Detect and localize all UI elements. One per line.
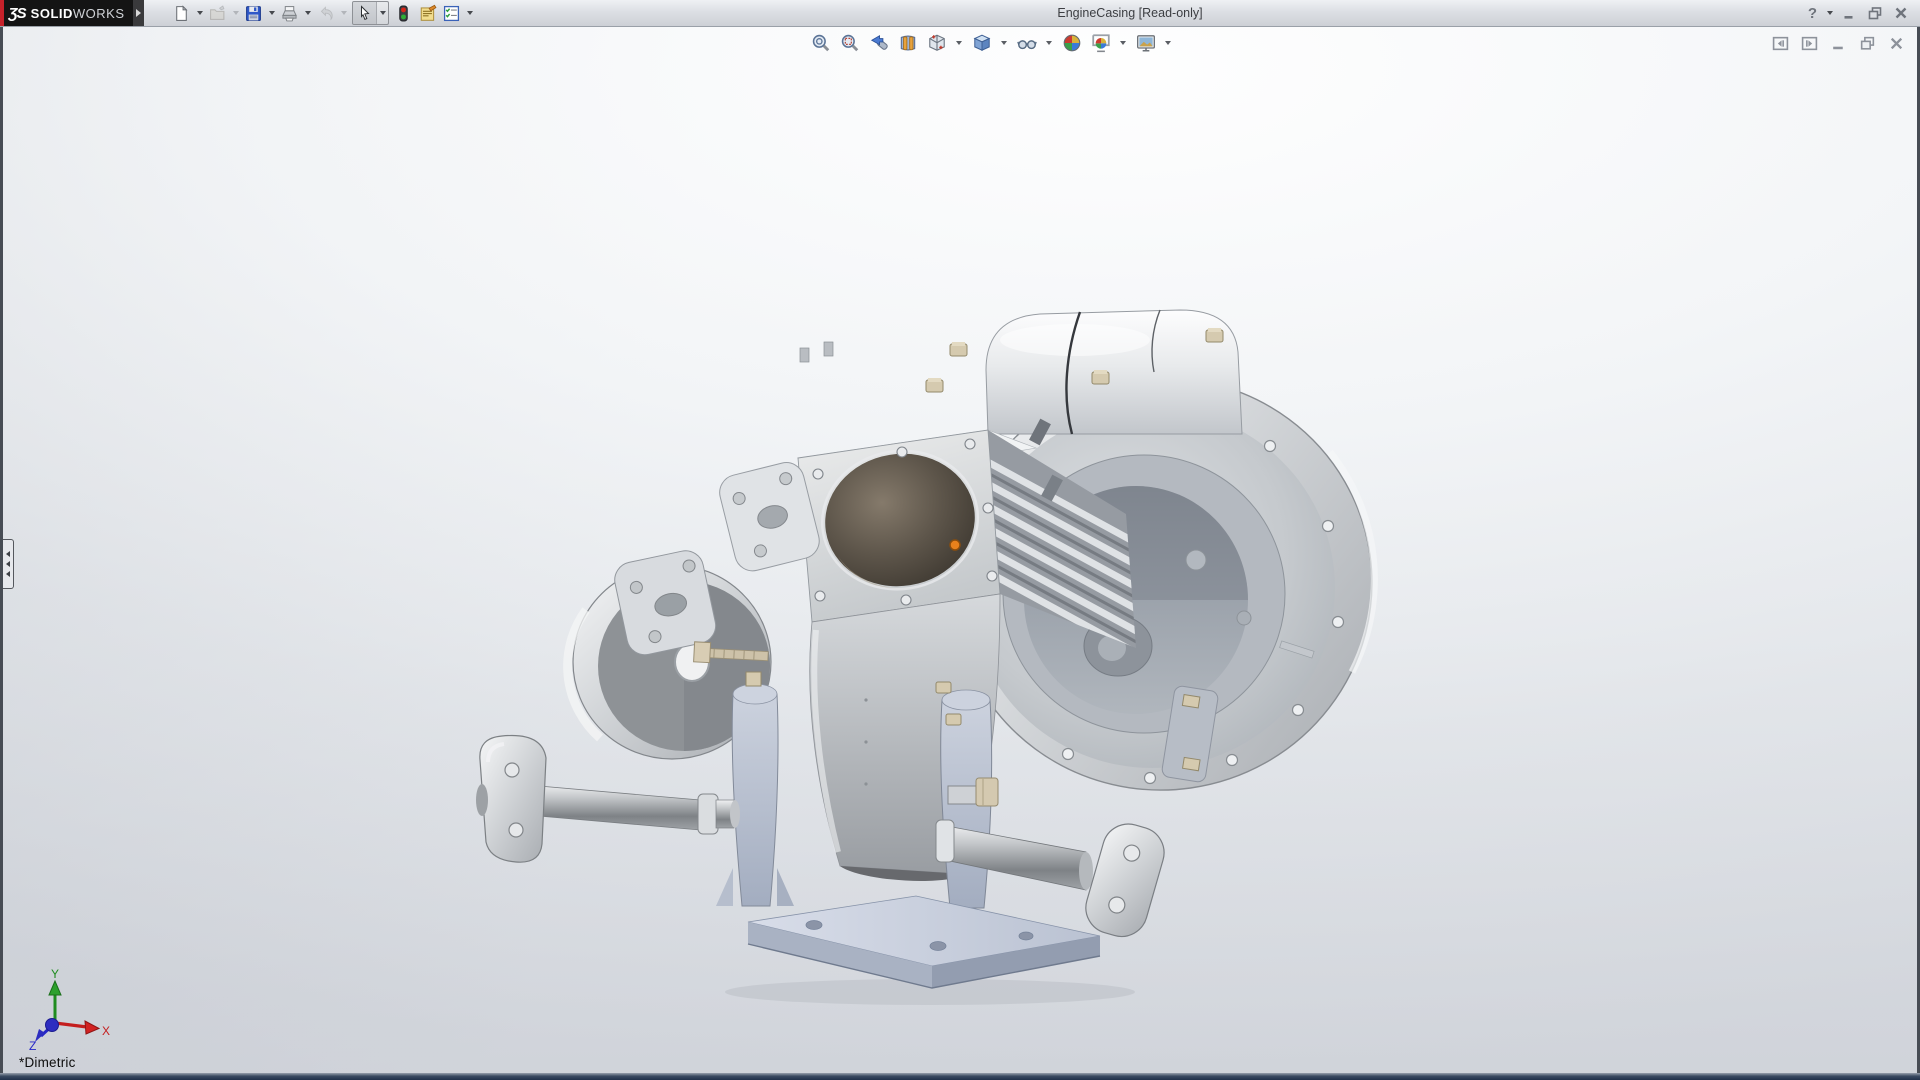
save-button[interactable] [242,2,265,24]
view-orientation-cube-icon [927,33,947,53]
logo-mark: ƷS [8,5,25,22]
print-button[interactable] [278,2,301,24]
select-cursor-icon [357,5,373,21]
select-dropdown[interactable] [376,2,388,24]
options-dropdown[interactable] [464,2,475,24]
triad-z-label: Z [29,1039,36,1051]
undo-button[interactable] [314,2,337,24]
zoom-to-fit-button[interactable] [809,31,832,54]
help-icon: ? [1808,5,1817,22]
doc-restore-icon [1859,36,1876,51]
new-document-button[interactable] [170,2,193,24]
window-bottom-frame [0,1073,1920,1080]
zoom-to-area-icon [840,33,860,53]
logo-solid: SOLID [31,6,73,21]
previous-view-icon [869,33,889,53]
open-folder-icon [209,5,226,22]
rebuild-traffic-light-icon [395,5,412,22]
new-document-icon [173,5,190,22]
selection-marker[interactable] [950,540,960,550]
apply-scene-button[interactable] [1089,31,1112,54]
engine-casing-model[interactable] [0,0,1920,1080]
help-button[interactable]: ? [1805,3,1820,23]
options-checklist-icon [443,5,460,22]
display-style-button[interactable] [970,31,993,54]
section-view-button[interactable] [896,31,919,54]
document-window-controls [1771,35,1905,51]
restore-icon [1867,6,1883,20]
doc-restore-button[interactable] [1858,35,1876,51]
right-arrow-icon [136,9,141,17]
save-floppy-icon [245,5,262,22]
zoom-to-fit-icon [811,33,831,53]
file-properties-note-icon [419,4,437,22]
top-cover [986,310,1242,434]
eyeglasses-icon [1017,33,1037,53]
printer-icon [281,5,298,22]
print-dropdown[interactable] [302,2,313,24]
previous-view-button[interactable] [867,31,890,54]
undo-arrow-icon [317,4,335,22]
view-orientation-dropdown[interactable] [954,41,964,45]
view-settings-dropdown[interactable] [1163,41,1173,45]
triad-x-label: X [102,1024,110,1038]
doc-minimize-button[interactable] [1829,35,1847,51]
title-bar: ƷS SOLID WORKS [0,0,1920,27]
logo-works: WORKS [73,6,125,21]
zoom-to-area-button[interactable] [838,31,861,54]
window-title: EngineCasing [Read-only] [490,0,1770,26]
open-dropdown[interactable] [230,2,241,24]
hide-show-items-dropdown[interactable] [1044,41,1054,45]
open-button[interactable] [206,2,229,24]
display-style-cube-icon [972,33,992,53]
view-settings-monitor-icon [1136,33,1156,53]
reference-triad: Y X Z [15,965,111,1051]
solidworks-logo: ƷS SOLID WORKS [0,0,133,26]
left-arrow-icon [6,551,10,557]
pane-right-button[interactable] [1800,35,1818,51]
apply-scene-dropdown[interactable] [1118,41,1128,45]
close-icon [1893,6,1909,20]
rebuild-button[interactable] [392,2,415,24]
graphics-area[interactable]: Y X Z *Dimetric [0,27,1920,1073]
left-arrow-icon [6,571,10,577]
doc-minimize-icon [1830,36,1847,51]
help-dropdown[interactable] [1824,2,1835,24]
view-orientation-label: *Dimetric [19,1055,76,1070]
doc-close-icon [1888,36,1905,51]
logo-red-stripe [0,0,4,26]
appearance-ball-icon [1062,33,1082,53]
undo-dropdown[interactable] [338,2,349,24]
edit-appearance-button[interactable] [1060,31,1083,54]
file-properties-button[interactable] [416,2,439,24]
solidworks-window: { "window": { "title": "EngineCasing [Re… [0,0,1920,1080]
save-dropdown[interactable] [266,2,277,24]
menu-expand-button[interactable] [133,0,144,26]
doc-close-button[interactable] [1887,35,1905,51]
standard-toolbar [170,2,475,24]
left-arrow-icon [6,561,10,567]
section-view-icon [898,33,918,53]
view-settings-button[interactable] [1134,31,1157,54]
new-document-dropdown[interactable] [194,2,205,24]
select-button-group [352,1,389,25]
select-button[interactable] [353,2,376,24]
window-controls: ? [1805,0,1912,26]
base-plate [725,896,1135,1005]
view-orientation-button[interactable] [925,31,948,54]
display-style-dropdown[interactable] [999,41,1009,45]
pane-right-icon [1801,36,1818,51]
hide-show-items-button[interactable] [1015,31,1038,54]
restore-button[interactable] [1864,3,1886,23]
heads-up-view-toolbar [809,31,1173,54]
minimize-icon [1842,6,1857,20]
feature-panel-collapse-tab[interactable] [3,539,14,589]
apply-scene-icon [1091,33,1111,53]
close-button[interactable] [1890,3,1912,23]
pane-left-button[interactable] [1771,35,1789,51]
pane-left-icon [1772,36,1789,51]
minimize-button[interactable] [1839,3,1860,23]
options-button[interactable] [440,2,463,24]
triad-y-label: Y [51,967,59,981]
